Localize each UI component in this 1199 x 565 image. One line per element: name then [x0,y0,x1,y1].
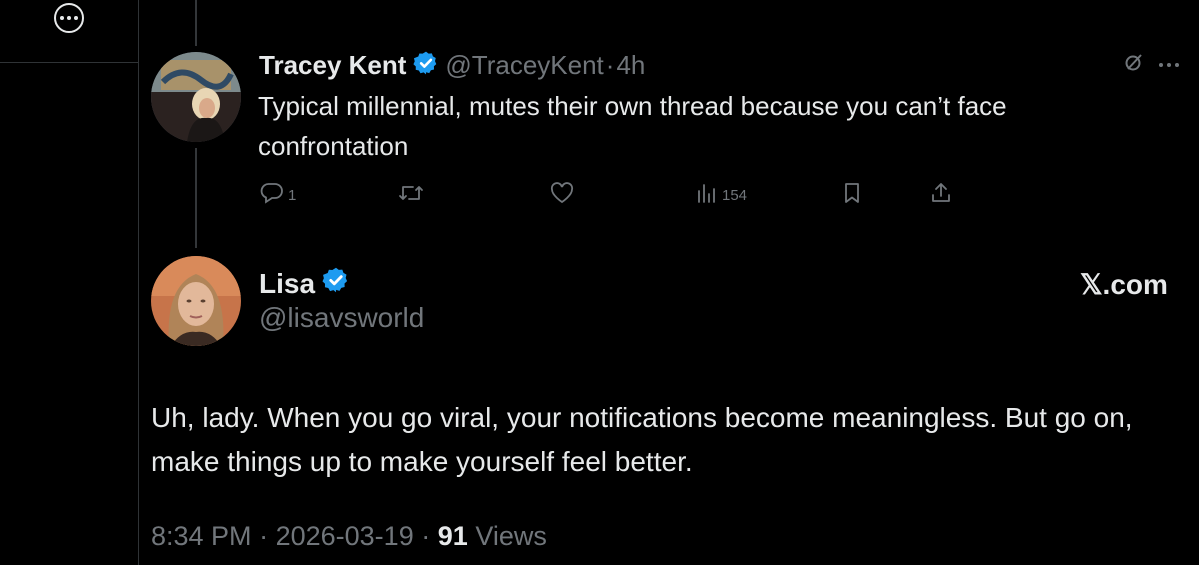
bookmark-icon [841,182,863,208]
verified-badge-icon [322,266,350,301]
more-icon[interactable] [1158,56,1180,74]
tweet2-views-label[interactable]: Views [475,521,547,551]
thread-line-top [195,0,197,46]
tweet1-header: Tracey Kent @TraceyKent · 4h [259,48,645,82]
reply-count: 1 [288,186,297,204]
avatar-tracey[interactable] [151,52,241,142]
reply-icon [260,182,284,208]
tweet2-meta: 8:34 PM · 2026-03-19 · 91 Views [151,521,547,552]
thread-line-connector [195,148,197,248]
meta-separator: · [259,521,269,551]
tweet2-handle[interactable]: @lisavsworld [259,302,424,334]
share-icon [930,182,952,208]
left-rail-horizontal-divider [0,62,138,63]
reply-button[interactable]: 1 [260,182,296,208]
grok-icon[interactable] [1124,52,1144,77]
views-count: 154 [722,186,748,204]
tweet2-date[interactable]: 2026-03-19 [276,521,414,551]
meta-separator: · [421,521,431,551]
share-button[interactable] [930,182,952,208]
avatar-lisa[interactable] [151,256,241,346]
views-button[interactable]: 154 [696,182,747,208]
retweet-button[interactable] [397,182,429,208]
bookmark-button[interactable] [841,182,863,208]
retweet-icon [397,182,425,208]
more-circle-icon[interactable] [54,3,84,33]
tweet1-author-name[interactable]: Tracey Kent [259,50,406,81]
tweet2-author-name[interactable]: Lisa [259,268,315,300]
tweet2-text: Uh, lady. When you go viral, your notifi… [151,402,1133,477]
tweet1-text: Typical millennial, mutes their own thre… [258,91,1007,161]
tweet1-handle[interactable]: @TraceyKent [445,50,603,81]
tweet1-top-icons [1124,52,1180,77]
views-icon [696,182,718,208]
tweet1-time[interactable]: 4h [616,50,645,81]
like-icon [550,182,574,208]
tweet2-author-row: Lisa [259,266,350,301]
x-com-brand: 𝕏.com [1080,269,1168,300]
tweet2-views-count: 91 [437,521,468,551]
verified-badge-icon [413,50,439,81]
like-button[interactable] [550,182,578,208]
tweet1-dot: · [605,49,615,80]
left-rail-divider [138,0,139,565]
tweet2-time[interactable]: 8:34 PM [151,521,252,551]
